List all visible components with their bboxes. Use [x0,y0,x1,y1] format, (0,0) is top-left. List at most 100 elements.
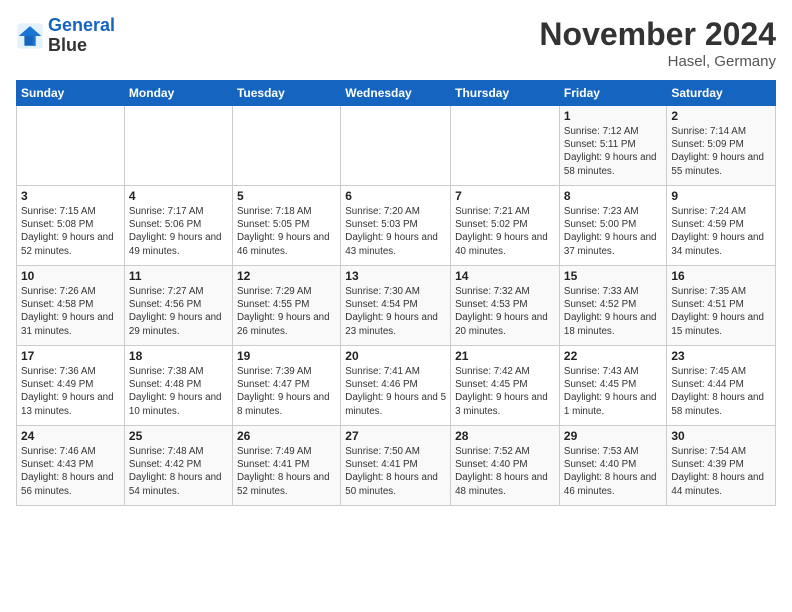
day-info: Sunrise: 7:23 AM Sunset: 5:00 PM Dayligh… [564,205,662,258]
calendar-subtitle: Hasel, Germany [539,53,776,70]
day-number: 25 [129,429,228,443]
table-row: 16Sunrise: 7:35 AM Sunset: 4:51 PM Dayli… [667,266,776,346]
day-number: 29 [564,429,662,443]
table-row: 29 Sunrise: 7:53 AM Sunset: 4:40 PM Dayli… [559,426,666,506]
table-row: 1 Sunrise: 7:12 AM Sunset: 5:11 PM Daylig… [559,106,666,186]
header-monday: Monday [124,81,232,106]
table-row [232,106,340,186]
table-row: 12 Sunrise: 7:29 AM Sunset: 4:55 PM Dayli… [232,266,340,346]
day-number: 14 [455,269,555,283]
day-info: Sunrise: 7:30 AM Sunset: 4:54 PM Dayligh… [345,285,446,338]
day-info: Sunrise: 7:53 AM Sunset: 4:40 PM Dayligh… [564,445,662,498]
header-thursday: Thursday [451,81,560,106]
table-row [341,106,451,186]
calendar-header-row: Sunday Monday Tuesday Wednesday Thursday… [17,81,776,106]
header-saturday: Saturday [667,81,776,106]
day-info: Sunrise: 7:27 AM Sunset: 4:56 PM Dayligh… [129,285,228,338]
table-row: 2 Sunrise: 7:14 AM Sunset: 5:09 PM Daylig… [667,106,776,186]
day-info: Sunrise: 7:45 AM Sunset: 4:44 PM Dayligh… [671,365,771,418]
table-row: 20Sunrise: 7:41 AM Sunset: 4:46 PM Dayli… [341,346,451,426]
table-row: 14 Sunrise: 7:32 AM Sunset: 4:53 PM Dayli… [451,266,560,346]
table-row [17,106,125,186]
table-row: 30Sunrise: 7:54 AM Sunset: 4:39 PM Dayli… [667,426,776,506]
day-number: 30 [671,429,771,443]
day-info: Sunrise: 7:49 AM Sunset: 4:41 PM Dayligh… [237,445,336,498]
header: General Blue November 2024 Hasel, German… [16,16,776,70]
calendar-title: November 2024 [539,16,776,53]
table-row: 10Sunrise: 7:26 AM Sunset: 4:58 PM Dayli… [17,266,125,346]
table-row: 8 Sunrise: 7:23 AM Sunset: 5:00 PM Daylig… [559,186,666,266]
table-row: 17 Sunrise: 7:36 AM Sunset: 4:49 PM Dayli… [17,346,125,426]
day-number: 6 [345,189,446,203]
day-info: Sunrise: 7:18 AM Sunset: 5:05 PM Dayligh… [237,205,336,258]
logo: General Blue [16,16,115,56]
day-number: 21 [455,349,555,363]
calendar-table: Sunday Monday Tuesday Wednesday Thursday… [16,80,776,506]
day-number: 27 [345,429,446,443]
table-row: 4Sunrise: 7:17 AM Sunset: 5:06 PM Daylig… [124,186,232,266]
day-info: Sunrise: 7:15 AM Sunset: 5:08 PM Dayligh… [21,205,120,258]
day-info: Sunrise: 7:29 AM Sunset: 4:55 PM Dayligh… [237,285,336,338]
day-number: 7 [455,189,555,203]
day-number: 8 [564,189,662,203]
day-number: 19 [237,349,336,363]
day-info: Sunrise: 7:33 AM Sunset: 4:52 PM Dayligh… [564,285,662,338]
day-info: Sunrise: 7:48 AM Sunset: 4:42 PM Dayligh… [129,445,228,498]
day-info: Sunrise: 7:14 AM Sunset: 5:09 PM Dayligh… [671,125,771,178]
day-number: 22 [564,349,662,363]
day-number: 5 [237,189,336,203]
day-number: 2 [671,109,771,123]
day-number: 3 [21,189,120,203]
header-wednesday: Wednesday [341,81,451,106]
table-row: 5 Sunrise: 7:18 AM Sunset: 5:05 PM Daylig… [232,186,340,266]
day-info: Sunrise: 7:12 AM Sunset: 5:11 PM Dayligh… [564,125,662,178]
table-row: 11 Sunrise: 7:27 AM Sunset: 4:56 PM Dayli… [124,266,232,346]
table-row: 25 Sunrise: 7:48 AM Sunset: 4:42 PM Dayli… [124,426,232,506]
day-number: 12 [237,269,336,283]
day-number: 18 [129,349,228,363]
day-number: 28 [455,429,555,443]
table-row: 18 Sunrise: 7:38 AM Sunset: 4:48 PM Dayli… [124,346,232,426]
day-number: 11 [129,269,228,283]
table-row: 26 Sunrise: 7:49 AM Sunset: 4:41 PM Dayli… [232,426,340,506]
day-number: 24 [21,429,120,443]
logo-icon [16,22,44,50]
calendar-week-row: 10Sunrise: 7:26 AM Sunset: 4:58 PM Dayli… [17,266,776,346]
day-info: Sunrise: 7:36 AM Sunset: 4:49 PM Dayligh… [21,365,120,418]
day-info: Sunrise: 7:39 AM Sunset: 4:47 PM Dayligh… [237,365,336,418]
day-info: Sunrise: 7:50 AM Sunset: 4:41 PM Dayligh… [345,445,446,498]
table-row: 27 Sunrise: 7:50 AM Sunset: 4:41 PM Dayli… [341,426,451,506]
table-row: 22 Sunrise: 7:43 AM Sunset: 4:45 PM Dayli… [559,346,666,426]
day-info: Sunrise: 7:24 AM Sunset: 4:59 PM Dayligh… [671,205,771,258]
day-info: Sunrise: 7:43 AM Sunset: 4:45 PM Dayligh… [564,365,662,418]
page: General Blue November 2024 Hasel, German… [0,0,792,514]
day-info: Sunrise: 7:26 AM Sunset: 4:58 PM Dayligh… [21,285,120,338]
table-row: 6 Sunrise: 7:20 AM Sunset: 5:03 PM Daylig… [341,186,451,266]
header-tuesday: Tuesday [232,81,340,106]
day-number: 13 [345,269,446,283]
day-number: 16 [671,269,771,283]
day-number: 26 [237,429,336,443]
calendar-week-row: 3 Sunrise: 7:15 AM Sunset: 5:08 PM Daylig… [17,186,776,266]
day-info: Sunrise: 7:42 AM Sunset: 4:45 PM Dayligh… [455,365,555,418]
logo-text: General Blue [48,16,115,56]
day-info: Sunrise: 7:21 AM Sunset: 5:02 PM Dayligh… [455,205,555,258]
table-row: 7 Sunrise: 7:21 AM Sunset: 5:02 PM Daylig… [451,186,560,266]
table-row: 3 Sunrise: 7:15 AM Sunset: 5:08 PM Daylig… [17,186,125,266]
day-number: 1 [564,109,662,123]
day-info: Sunrise: 7:32 AM Sunset: 4:53 PM Dayligh… [455,285,555,338]
day-info: Sunrise: 7:38 AM Sunset: 4:48 PM Dayligh… [129,365,228,418]
day-number: 17 [21,349,120,363]
table-row: 21 Sunrise: 7:42 AM Sunset: 4:45 PM Dayli… [451,346,560,426]
table-row: 28 Sunrise: 7:52 AM Sunset: 4:40 PM Dayli… [451,426,560,506]
table-row: 13 Sunrise: 7:30 AM Sunset: 4:54 PM Dayli… [341,266,451,346]
header-sunday: Sunday [17,81,125,106]
day-info: Sunrise: 7:52 AM Sunset: 4:40 PM Dayligh… [455,445,555,498]
day-info: Sunrise: 7:20 AM Sunset: 5:03 PM Dayligh… [345,205,446,258]
table-row: 15Sunrise: 7:33 AM Sunset: 4:52 PM Dayli… [559,266,666,346]
day-number: 9 [671,189,771,203]
calendar-week-row: 24Sunrise: 7:46 AM Sunset: 4:43 PM Dayli… [17,426,776,506]
day-info: Sunrise: 7:41 AM Sunset: 4:46 PM Dayligh… [345,365,446,418]
table-row: 23Sunrise: 7:45 AM Sunset: 4:44 PM Dayli… [667,346,776,426]
calendar-week-row: 17 Sunrise: 7:36 AM Sunset: 4:49 PM Dayli… [17,346,776,426]
